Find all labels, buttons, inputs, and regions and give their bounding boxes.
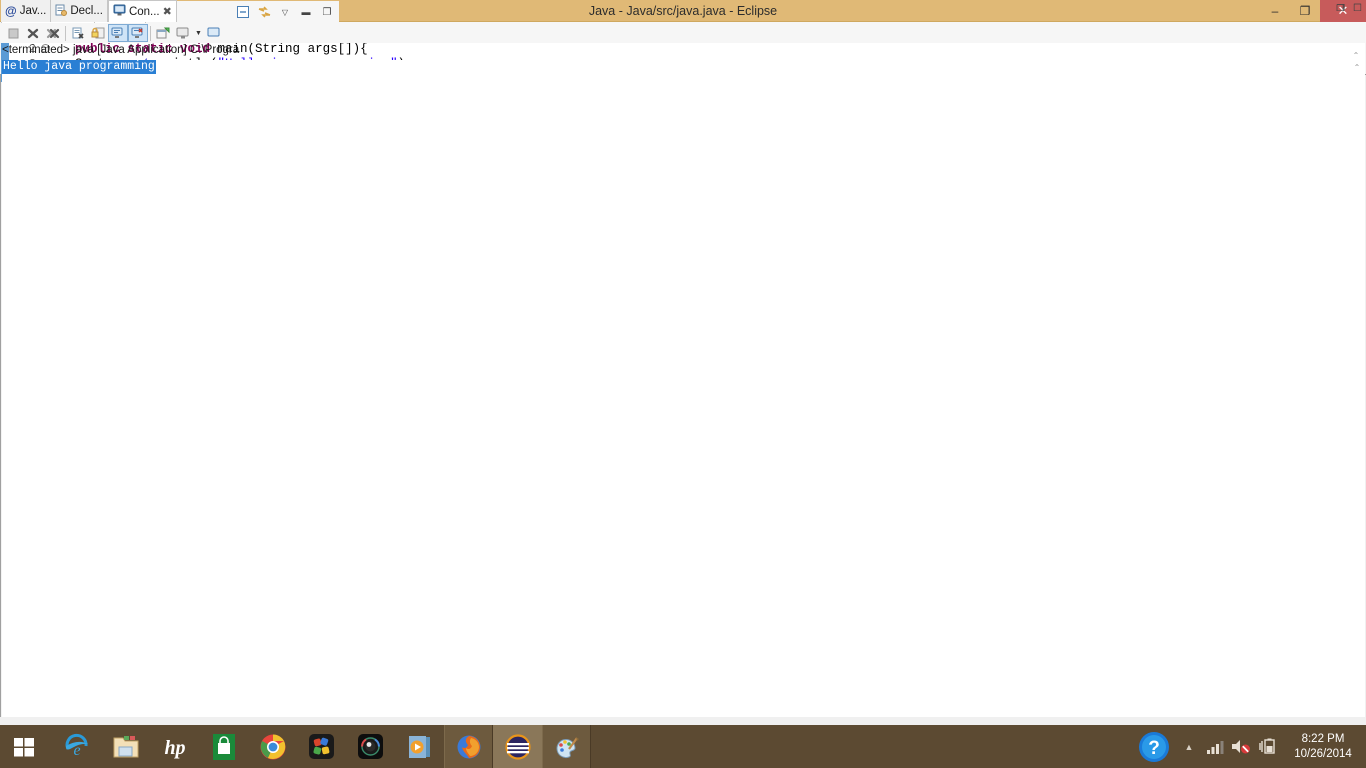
clock-time: 8:22 PM: [1302, 732, 1345, 747]
tab-javadoc[interactable]: @ Jav...: [1, 0, 51, 22]
taskbar-camera-app-icon[interactable]: [346, 725, 395, 768]
clock-date: 10/26/2014: [1294, 747, 1352, 762]
console-view-controls: ❐ ☐: [1336, 3, 1362, 14]
desktop-background: [0, 717, 1366, 725]
show-console-on-error-icon[interactable]: [128, 24, 148, 42]
taskbar-apps: e hp: [52, 725, 591, 768]
remove-launch-icon[interactable]: [23, 24, 43, 42]
collapse-all-icon[interactable]: [234, 3, 252, 21]
volume-muted-icon[interactable]: [1228, 725, 1254, 768]
declaration-icon: [55, 4, 67, 19]
console-toolbar-separator: [65, 26, 66, 41]
view-menu-icon[interactable]: ▽: [276, 3, 294, 21]
open-console-icon[interactable]: [204, 24, 224, 42]
battery-charging-icon[interactable]: [1254, 725, 1280, 768]
taskbar-firefox-icon[interactable]: [444, 725, 493, 768]
console-output-line: Hello java programming: [2, 60, 156, 74]
pin-console-icon[interactable]: [153, 24, 173, 42]
package-explorer-toolbar: ▽ ▬ ❐: [234, 3, 336, 21]
taskbar-puzzle-app-icon[interactable]: [297, 725, 346, 768]
maximize-icon[interactable]: ❐: [318, 3, 336, 21]
network-signal-icon[interactable]: [1202, 725, 1228, 768]
minimize-icon[interactable]: ❐: [1336, 3, 1344, 14]
tab-declaration[interactable]: Decl...: [51, 0, 108, 22]
taskbar-paint-icon[interactable]: [542, 725, 591, 768]
console-terminated-status: <terminated> java [Java Application] C:\…: [2, 44, 1365, 59]
minimize-button[interactable]: –: [1260, 0, 1290, 22]
display-selected-console-icon[interactable]: [173, 24, 193, 42]
console-vertical-scrollbar[interactable]: ⌃ ⌄: [1349, 60, 1365, 750]
windows-taskbar: e hp: [0, 725, 1366, 768]
console-toolbar: ▼: [1, 23, 1365, 43]
taskbar-hp-icon[interactable]: hp: [150, 725, 199, 768]
console-output[interactable]: Hello java programming: [2, 60, 1349, 750]
tab-console-label: Con...: [129, 6, 160, 18]
taskbar-media-player-icon[interactable]: [395, 725, 444, 768]
svg-text:?: ?: [1148, 738, 1160, 759]
svg-text:hp: hp: [164, 737, 185, 759]
remove-all-terminated-icon[interactable]: [43, 24, 63, 42]
console-dropdown-arrow[interactable]: ▼: [193, 21, 204, 45]
javadoc-icon: @: [5, 4, 17, 18]
taskbar-clock[interactable]: 8:22 PM 10/26/2014: [1280, 725, 1366, 768]
console-tabrow: @ Jav... Decl... Con.: [1, 0, 177, 22]
tab-javadoc-label: Jav...: [20, 5, 47, 17]
close-icon[interactable]: ✖: [163, 5, 172, 18]
minimize-icon[interactable]: ▬: [297, 3, 315, 21]
console-toolbar-separator-2: [150, 26, 151, 41]
help-icon[interactable]: ?: [1132, 725, 1176, 768]
taskbar-google-chrome-icon[interactable]: [248, 725, 297, 768]
windows-start-icon[interactable]: [0, 725, 48, 768]
scroll-lock-icon[interactable]: [88, 24, 108, 42]
tab-console[interactable]: Con... ✖: [108, 0, 177, 22]
console-icon: [113, 4, 126, 19]
maximize-icon[interactable]: ☐: [1353, 3, 1362, 14]
clear-console-icon[interactable]: [68, 24, 88, 42]
terminate-icon[interactable]: [3, 24, 23, 42]
show-console-on-output-icon[interactable]: [108, 24, 128, 42]
maximize-restore-button[interactable]: ❐: [1290, 0, 1320, 22]
taskbar-internet-explorer-icon[interactable]: e: [52, 725, 101, 768]
link-with-editor-icon[interactable]: [255, 3, 273, 21]
taskbar-eclipse-icon[interactable]: [493, 725, 542, 768]
tab-declaration-label: Decl...: [70, 5, 103, 17]
scroll-up-icon[interactable]: ⌃: [1349, 60, 1365, 74]
taskbar-file-explorer-icon[interactable]: [101, 725, 150, 768]
show-hidden-icons-arrow[interactable]: ▲: [1176, 725, 1202, 768]
taskbar-windows-store-icon[interactable]: [199, 725, 248, 768]
svg-text:e: e: [73, 742, 80, 759]
system-tray: ? ▲: [1132, 725, 1366, 768]
